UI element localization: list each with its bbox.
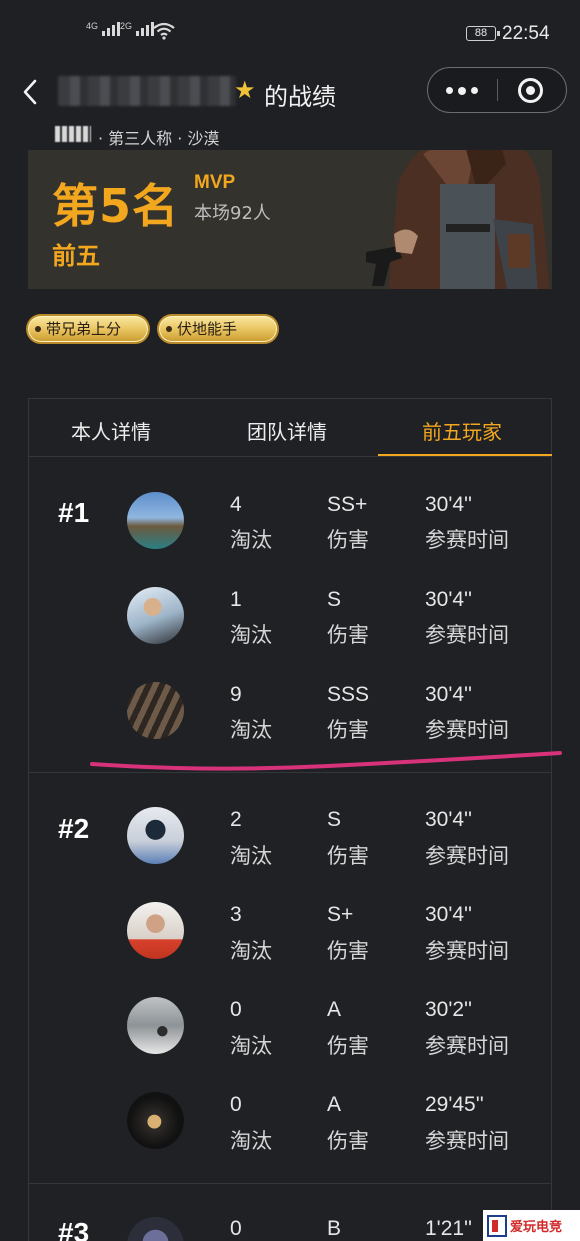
group-label: #1: [58, 497, 90, 528]
time-value: 30'4'': [425, 683, 473, 706]
kills-value: 9: [230, 683, 242, 706]
time-label: 参赛时间: [425, 1129, 509, 1153]
watermark-logo-icon: [487, 1214, 507, 1237]
group-label: #3: [58, 1217, 90, 1241]
kills-label: 淘汰: [230, 844, 272, 868]
annotation-stroke: [90, 751, 562, 771]
time-value: 30'4'': [425, 903, 473, 926]
kills-value: 4: [230, 493, 242, 516]
tab-bar: 本人详情 团队详情 前五玩家: [29, 399, 552, 457]
blurred-username: [58, 76, 236, 106]
page-title: 的战绩: [264, 83, 336, 111]
time-value: 30'4'': [425, 808, 473, 831]
damage-value: S+: [327, 903, 354, 926]
kills-label: 淘汰: [230, 528, 272, 552]
damage-label: 伤害: [327, 623, 369, 647]
player-count: 本场92人: [194, 203, 271, 224]
badge-carry: 带兄弟上分: [26, 314, 150, 344]
time-value: 30'4'': [425, 493, 473, 516]
active-tab-indicator: [378, 454, 552, 456]
time-label: 参赛时间: [425, 844, 509, 868]
damage-value: S: [327, 808, 342, 831]
kills-value: 0: [230, 1093, 242, 1116]
close-target-icon[interactable]: [518, 78, 543, 103]
avatar[interactable]: [127, 902, 184, 959]
kills-value: 1: [230, 588, 242, 611]
miniprogram-capsule: [427, 67, 567, 113]
kills-label: 淘汰: [230, 623, 272, 647]
avatar[interactable]: [127, 807, 184, 864]
time-label: 参赛时间: [425, 528, 509, 552]
avatar[interactable]: [127, 997, 184, 1054]
network-type-label-2: 2G: [120, 21, 133, 31]
rank-text: 第5名: [52, 179, 180, 233]
damage-label: 伤害: [327, 844, 369, 868]
damage-label: 伤害: [327, 939, 369, 963]
avatar[interactable]: [127, 1092, 184, 1149]
kills-label: 淘汰: [230, 1129, 272, 1153]
tab-team-details[interactable]: 团队详情: [247, 416, 327, 445]
back-button[interactable]: [12, 74, 48, 110]
details-card: 本人详情 团队详情 前五玩家 #1 4 SS+ 30'4'' 淘汰 伤害 参赛时…: [28, 398, 552, 1241]
damage-label: 伤害: [327, 528, 369, 552]
time-value: 1'21'': [425, 1217, 473, 1240]
time-label: 参赛时间: [425, 623, 509, 647]
star-icon: ★: [234, 76, 256, 104]
group-divider: [29, 1183, 551, 1184]
match-mode: · 第三人称 · 沙漠: [98, 129, 220, 148]
tab-self-details[interactable]: 本人详情: [71, 416, 151, 445]
avatar[interactable]: [127, 682, 184, 739]
kills-value: 0: [230, 998, 242, 1021]
avatar[interactable]: [127, 1217, 184, 1241]
cellular-signal-icon: 4G: [86, 21, 121, 36]
watermark: 爱玩电竞: [483, 1210, 580, 1241]
network-type-label: 4G: [86, 21, 99, 31]
character-illustration: [328, 150, 552, 289]
more-icon[interactable]: [446, 86, 478, 95]
blurred-mode: [55, 126, 91, 142]
damage-value: B: [327, 1217, 342, 1240]
status-bar: 4G 2G 88 22:54: [0, 0, 580, 64]
damage-value: SSS: [327, 683, 370, 706]
damage-value: A: [327, 998, 342, 1021]
mvp-label: MVP: [194, 172, 236, 193]
badge-prone: 伏地能手: [157, 314, 279, 344]
time-label: 参赛时间: [425, 718, 509, 742]
damage-value: S: [327, 588, 342, 611]
kills-value: 0: [230, 1217, 242, 1240]
time-label: 参赛时间: [425, 1034, 509, 1058]
badge-label: 伏地能手: [177, 320, 238, 338]
time-value: 30'4'': [425, 588, 473, 611]
kills-label: 淘汰: [230, 1034, 272, 1058]
badge-label: 带兄弟上分: [46, 320, 122, 338]
tier-label: 前五: [52, 242, 100, 270]
time-value: 29'45'': [425, 1093, 484, 1116]
group-label: #2: [58, 813, 90, 844]
kills-label: 淘汰: [230, 718, 272, 742]
kills-value: 3: [230, 903, 242, 926]
damage-label: 伤害: [327, 718, 369, 742]
damage-value: A: [327, 1093, 342, 1116]
wifi-icon: [153, 22, 175, 40]
damage-value: SS+: [327, 493, 368, 516]
cellular-signal-2-icon: 2G: [120, 21, 155, 36]
time-label: 参赛时间: [425, 939, 509, 963]
damage-label: 伤害: [327, 1034, 369, 1058]
time-value: 30'2'': [425, 998, 473, 1021]
watermark-text: 爱玩电竞: [510, 1220, 563, 1235]
kills-value: 2: [230, 808, 242, 831]
battery-icon: 88: [466, 26, 500, 41]
avatar[interactable]: [127, 492, 184, 549]
chevron-left-icon: [23, 79, 37, 105]
clock: 22:54: [502, 23, 550, 44]
kills-label: 淘汰: [230, 939, 272, 963]
tab-top-five[interactable]: 前五玩家: [422, 416, 502, 445]
rank-banner: 第5名 MVP 本场92人 前五: [28, 150, 552, 289]
avatar[interactable]: [127, 587, 184, 644]
damage-label: 伤害: [327, 1129, 369, 1153]
